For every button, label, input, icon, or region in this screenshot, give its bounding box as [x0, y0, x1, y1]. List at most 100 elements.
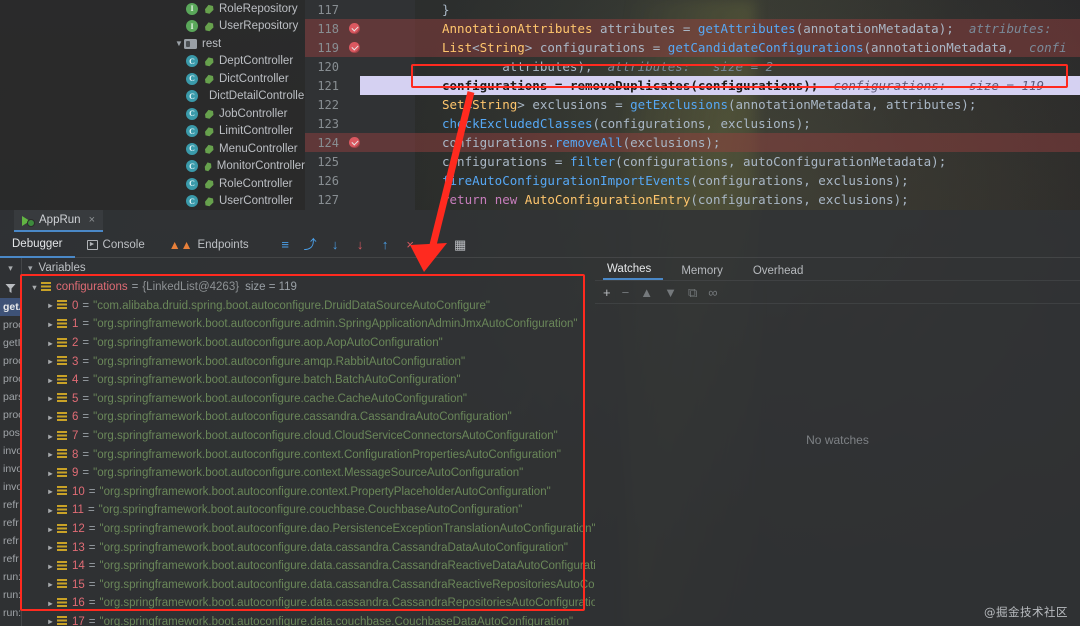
code-line[interactable]: AnnotationAttributes attributes = getAtt… — [415, 19, 1080, 38]
expand-triangle-icon[interactable]: ► — [44, 617, 57, 626]
variable-entry-row[interactable]: ► 12 = "org.springframework.boot.autoconfig… — [22, 520, 595, 539]
frames-panel[interactable]: ▾ getA proc getI proc proc pars proc post invo inv… — [0, 258, 22, 626]
expand-triangle-icon[interactable]: ► — [44, 580, 57, 589]
frame-item[interactable]: invo — [0, 442, 21, 460]
variable-entry-row[interactable]: ► 9 = "org.springframework.boot.autoconfigu… — [22, 464, 595, 483]
watches-tab-bar[interactable]: Watches Memory Overhead — [595, 258, 1080, 280]
gutter-line[interactable]: 122 — [305, 95, 415, 114]
frame-item[interactable]: proc — [0, 316, 21, 334]
breakpoint-icon[interactable] — [349, 42, 360, 53]
project-tree[interactable]: I RoleRepository I UserRepository ▼ rest C Dept… — [0, 0, 305, 210]
watch-tab-overhead[interactable]: Overhead — [749, 265, 816, 280]
code-editor[interactable]: } AnnotationAttributes attributes = getAt… — [415, 0, 1080, 210]
breakpoint-icon[interactable] — [349, 23, 360, 34]
show-execution-point-icon[interactable]: ≡ — [273, 232, 298, 258]
code-line[interactable]: fireAutoConfigurationImportEvents(config… — [415, 171, 1080, 190]
code-line[interactable]: return new AutoConfigurationEntry(config… — [415, 190, 1080, 209]
watch-tab-watches[interactable]: Watches — [603, 263, 664, 280]
tree-expand-arrow[interactable]: ▼ — [174, 39, 184, 48]
tree-item[interactable]: C UserController — [0, 193, 305, 211]
code-line[interactable]: configurations.removeAll(exclusions); — [415, 133, 1080, 152]
expand-triangle-icon[interactable]: ► — [44, 320, 57, 329]
gutter-line[interactable]: 119 — [305, 38, 415, 57]
code-line[interactable]: attributes); attributes: size = 2 — [415, 57, 1080, 76]
variable-entry-row[interactable]: ► 1 = "org.springframework.boot.autoconfigu… — [22, 315, 595, 334]
editor-gutter[interactable]: 117 118 119 120 121 122 123 124 125 126 127 — [305, 0, 415, 210]
expand-triangle-icon[interactable]: ► — [44, 376, 57, 385]
variables-header[interactable]: ▾ Variables — [22, 258, 595, 278]
drop-frame-icon[interactable]: × — [398, 232, 423, 258]
tree-item[interactable]: I RoleRepository — [0, 0, 305, 18]
copy-icon[interactable]: ⧉ — [688, 286, 697, 299]
frame-item[interactable]: refr — [0, 550, 21, 568]
debug-tab-endpoints[interactable]: ▲▲ Endpoints — [157, 232, 261, 258]
step-out-icon[interactable]: ↑ — [373, 232, 398, 258]
expand-triangle-icon[interactable]: ► — [44, 357, 57, 366]
expand-triangle-icon[interactable]: ► — [44, 562, 57, 571]
frame-item[interactable]: run: — [0, 568, 21, 586]
variable-entry-row[interactable]: ► 14 = "org.springframework.boot.autoconfig… — [22, 557, 595, 576]
frame-item[interactable]: getA — [0, 298, 21, 316]
variable-entry-row[interactable]: ► 16 = "org.springframework.boot.autoconfig… — [22, 594, 595, 613]
expand-triangle-icon[interactable]: ► — [44, 339, 57, 348]
remove-watch-icon[interactable]: − — [622, 286, 630, 299]
gutter-line[interactable]: 126 — [305, 171, 415, 190]
frame-item[interactable]: invo — [0, 478, 21, 496]
variable-entry-row[interactable]: ► 15 = "org.springframework.boot.autoconfig… — [22, 576, 595, 595]
evaluate-expression-icon[interactable]: ▦ — [448, 232, 473, 258]
frame-item[interactable]: refr — [0, 532, 21, 550]
tree-item[interactable]: C DictController — [0, 70, 305, 88]
variable-entry-row[interactable]: ► 4 = "org.springframework.boot.autoconfigu… — [22, 371, 595, 390]
gutter-line[interactable]: 125 — [305, 152, 415, 171]
variable-entry-row[interactable]: ► 17 = "org.springframework.boot.autoconfig… — [22, 613, 595, 626]
add-watch-icon[interactable]: + — [603, 286, 611, 299]
variable-entry-row[interactable]: ► 2 = "org.springframework.boot.autoconfigu… — [22, 334, 595, 353]
gutter-line[interactable]: 117 — [305, 0, 415, 19]
run-to-cursor-icon[interactable]: ↘ — [423, 232, 448, 258]
run-tab-apprun[interactable]: AppRun × — [14, 210, 103, 232]
code-line[interactable]: List<String> configurations = getCandida… — [415, 38, 1080, 57]
expand-triangle-icon[interactable]: ► — [44, 599, 57, 608]
variable-entry-row[interactable]: ► 3 = "org.springframework.boot.autoconfigu… — [22, 352, 595, 371]
variable-entry-row[interactable]: ► 0 = "com.alibaba.druid.spring.boot.autoco… — [22, 297, 595, 316]
code-line[interactable]: checkExcludedClasses(configurations, exc… — [415, 114, 1080, 133]
frame-item[interactable]: run: — [0, 604, 21, 622]
frame-item[interactable]: post — [0, 424, 21, 442]
code-line[interactable]: configurations = filter(configurations, … — [415, 152, 1080, 171]
debug-tab-debugger[interactable]: Debugger — [0, 232, 75, 258]
breakpoint-icon[interactable] — [349, 137, 360, 148]
link-icon[interactable]: ∞ — [708, 286, 717, 299]
frame-item[interactable]: getI — [0, 334, 21, 352]
tree-item[interactable]: ▼ rest — [0, 35, 305, 53]
close-icon[interactable]: × — [89, 214, 95, 226]
variable-entry-row[interactable]: ► 11 = "org.springframework.boot.autoconfig… — [22, 501, 595, 520]
step-over-icon[interactable]: ⤴ — [298, 232, 323, 258]
code-line[interactable]: configurations = removeDuplicates(config… — [415, 76, 1080, 95]
filter-icon[interactable] — [0, 278, 21, 298]
debugger-toolbar[interactable]: Debugger ► Console ▲▲ Endpoints ≡ ⤴ ↓ ↓ ↑ × ↘ ▦ — [0, 232, 1080, 258]
variables-list[interactable]: ▼ configurations = {LinkedList@4263} size = … — [22, 278, 595, 626]
tree-item[interactable]: C DeptController — [0, 53, 305, 71]
expand-triangle-icon[interactable]: ► — [44, 394, 57, 403]
tree-item[interactable]: C DictDetailController — [0, 88, 305, 106]
variable-root-row[interactable]: ▼ configurations = {LinkedList@4263} size = … — [22, 278, 595, 297]
expand-triangle-icon[interactable]: ► — [44, 432, 57, 441]
code-line[interactable]: Set<String> exclusions = getExclusions(a… — [415, 95, 1080, 114]
collapse-triangle-icon[interactable]: ▼ — [28, 283, 41, 292]
expand-triangle-icon[interactable]: ► — [44, 301, 57, 310]
gutter-line[interactable]: 127 — [305, 190, 415, 209]
frame-item[interactable]: invo — [0, 460, 21, 478]
watches-toolbar[interactable]: + − ▲ ▼ ⧉ ∞ — [595, 280, 1080, 304]
expand-triangle-icon[interactable]: ► — [44, 525, 57, 534]
variable-entry-row[interactable]: ► 8 = "org.springframework.boot.autoconfigu… — [22, 445, 595, 464]
variable-entry-row[interactable]: ► 13 = "org.springframework.boot.autoconfig… — [22, 538, 595, 557]
tree-item[interactable]: C LimitController — [0, 123, 305, 141]
variable-entry-row[interactable]: ► 6 = "org.springframework.boot.autoconfigu… — [22, 408, 595, 427]
expand-triangle-icon[interactable]: ► — [44, 506, 57, 515]
tree-item[interactable]: I UserRepository — [0, 18, 305, 36]
debug-tab-console[interactable]: ► Console — [75, 232, 157, 258]
variable-entry-row[interactable]: ► 7 = "org.springframework.boot.autoconfigu… — [22, 427, 595, 446]
tree-item[interactable]: C MonitorController — [0, 158, 305, 176]
code-line[interactable]: } — [415, 0, 1080, 19]
frame-item[interactable]: pars — [0, 388, 21, 406]
